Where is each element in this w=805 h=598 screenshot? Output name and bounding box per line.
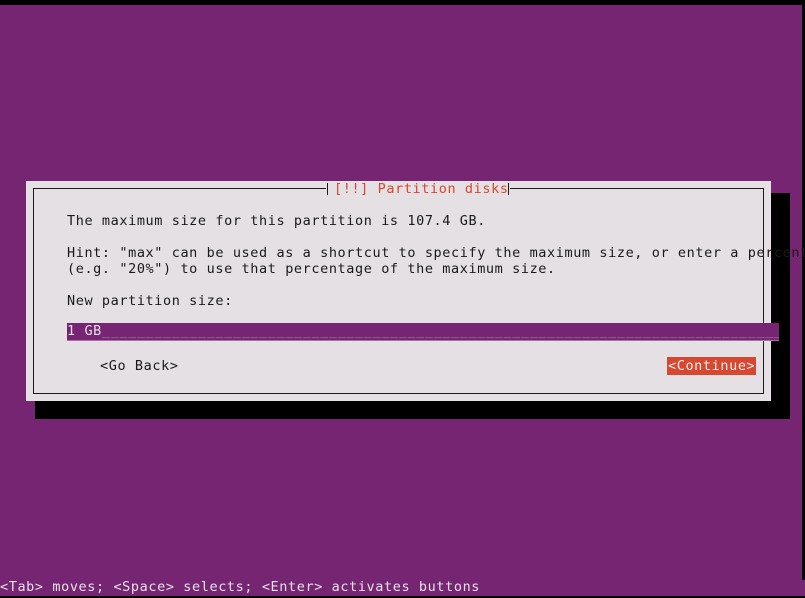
dialog-title: [!!] Partition disks <box>334 181 509 197</box>
dialog-title-tick-left <box>327 183 328 195</box>
partition-disks-dialog: [!!] Partition disks The maximum size fo… <box>26 181 805 401</box>
screen-top-edge <box>0 0 805 5</box>
go-back-button[interactable]: <Go Back> <box>99 357 180 375</box>
dialog-border-right <box>763 188 764 394</box>
dialog-border-left <box>33 188 34 394</box>
dialog-border-bottom <box>33 393 764 394</box>
hint-text-line-1: Hint: "max" can be used as a shortcut to… <box>67 245 805 261</box>
keyboard-hint-status-bar: <Tab> moves; <Space> selects; <Enter> ac… <box>0 579 481 595</box>
dialog-border-top-left <box>33 188 326 189</box>
hint-text-line-2: (e.g. "20%") to use that percentage of t… <box>67 261 556 277</box>
installer-screen: [!!] Partition disks The maximum size fo… <box>0 0 805 598</box>
dialog-border-top-right <box>510 188 764 189</box>
max-size-text: The maximum size for this partition is 1… <box>67 213 486 229</box>
partition-size-input-value: 1 GB <box>67 323 102 339</box>
partition-size-input-fill: ________________________________________… <box>101 323 779 339</box>
continue-button[interactable]: <Continue> <box>667 357 757 375</box>
partition-size-input[interactable]: 1 GB____________________________________… <box>67 323 779 340</box>
new-partition-size-label: New partition size: <box>67 293 233 309</box>
partition-size-input-underline <box>67 340 779 341</box>
